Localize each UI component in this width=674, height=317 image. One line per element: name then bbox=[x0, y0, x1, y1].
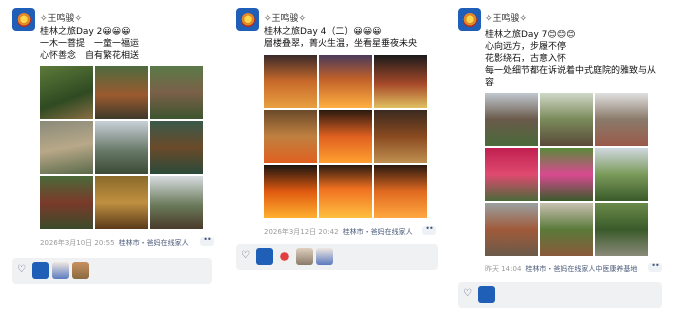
post-date: 昨天 14:04 bbox=[485, 265, 522, 273]
post-line: 桂林之旅Day 2😀😀😀 bbox=[40, 27, 131, 37]
photo[interactable] bbox=[95, 121, 148, 174]
photo[interactable] bbox=[95, 66, 148, 119]
post-line: 容 bbox=[485, 78, 495, 88]
photo-grid bbox=[485, 93, 648, 256]
photo[interactable] bbox=[374, 55, 427, 108]
post-location[interactable]: 桂林市・爸妈在线家人中医康养基地 bbox=[525, 265, 637, 273]
moment-card-1: ✧王鸣骏✧ 桂林之旅Day 2😀😀😀 一木一菩提 一童一福运 心怀善念 自有繁花… bbox=[0, 0, 220, 317]
post-line: 一木一菩提 一童一福运 bbox=[40, 39, 140, 49]
photo[interactable] bbox=[595, 148, 648, 201]
avatar[interactable] bbox=[458, 8, 481, 31]
likes-bar: ♡ bbox=[12, 258, 212, 284]
phoenix-avatar-icon bbox=[240, 12, 255, 27]
photo-grid bbox=[40, 66, 203, 229]
photo[interactable] bbox=[595, 93, 648, 146]
photo[interactable] bbox=[595, 203, 648, 256]
photo[interactable] bbox=[150, 121, 203, 174]
photo[interactable] bbox=[150, 66, 203, 119]
post-line: 每一处细节都在诉说着中式庭院的雅致与从 bbox=[485, 66, 657, 76]
likes-bar: ♡ bbox=[458, 282, 662, 308]
photo[interactable] bbox=[40, 121, 93, 174]
post-line: 花影绕石，古意入怀 bbox=[485, 54, 567, 64]
photo[interactable] bbox=[319, 110, 372, 163]
post-line: 桂林之旅Day 7😊😊😊 bbox=[485, 30, 576, 40]
liker-avatar[interactable] bbox=[296, 248, 313, 265]
more-button[interactable]: •• bbox=[648, 262, 662, 272]
photo[interactable] bbox=[485, 148, 538, 201]
more-button[interactable]: •• bbox=[200, 236, 214, 246]
photo[interactable] bbox=[264, 55, 317, 108]
photo[interactable] bbox=[540, 93, 593, 146]
photo[interactable] bbox=[374, 165, 427, 218]
liker-avatar[interactable] bbox=[478, 286, 495, 303]
photo[interactable] bbox=[319, 55, 372, 108]
likes-bar: ♡ bbox=[236, 244, 438, 270]
liker-avatar[interactable] bbox=[256, 248, 273, 265]
heart-icon: ♡ bbox=[241, 250, 250, 261]
moment-card-3: ✧王鸣骏✧ 桂林之旅Day 7😊😊😊 心向远方，步履不停 花影绕石，古意入怀 每… bbox=[448, 0, 670, 317]
more-button[interactable]: •• bbox=[422, 225, 436, 235]
photo[interactable] bbox=[485, 203, 538, 256]
photo[interactable] bbox=[150, 176, 203, 229]
photo[interactable] bbox=[540, 203, 593, 256]
photo[interactable] bbox=[540, 148, 593, 201]
avatar[interactable] bbox=[236, 8, 259, 31]
photo[interactable] bbox=[40, 176, 93, 229]
liker-avatar[interactable] bbox=[52, 262, 69, 279]
photo[interactable] bbox=[40, 66, 93, 119]
username[interactable]: ✧王鸣骏✧ bbox=[264, 11, 306, 24]
liker-avatar[interactable] bbox=[316, 248, 333, 265]
liker-avatar[interactable] bbox=[32, 262, 49, 279]
phoenix-avatar-icon bbox=[16, 12, 31, 27]
photo[interactable] bbox=[374, 110, 427, 163]
post-meta: 2026年3月12日 20:42 桂林市・爸妈在线家人 bbox=[264, 227, 413, 237]
phoenix-avatar-icon bbox=[462, 12, 477, 27]
photo[interactable] bbox=[264, 110, 317, 163]
post-line: 桂林之旅Day 4（二）😀😀😀 bbox=[264, 27, 382, 37]
moment-card-2: ✧王鸣骏✧ 桂林之旅Day 4（二）😀😀😀 層楼叠翠，菁火生温，坐看星垂夜未央 … bbox=[222, 0, 442, 317]
post-meta: 昨天 14:04 桂林市・爸妈在线家人中医康养基地 bbox=[485, 264, 637, 274]
post-line: 層楼叠翠，菁火生温，坐看星垂夜未央 bbox=[264, 39, 418, 49]
heart-icon: ♡ bbox=[463, 288, 472, 299]
post-line: 心怀善念 自有繁花相送 bbox=[40, 51, 140, 61]
photo-grid bbox=[264, 55, 427, 218]
avatar[interactable] bbox=[12, 8, 35, 31]
post-meta: 2026年3月10日 20:55 桂林市・爸妈在线家人 bbox=[40, 238, 189, 248]
post-line: 心向远方，步履不停 bbox=[485, 42, 567, 52]
post-location[interactable]: 桂林市・爸妈在线家人 bbox=[119, 239, 189, 247]
post-location[interactable]: 桂林市・爸妈在线家人 bbox=[343, 228, 413, 236]
liker-avatar[interactable] bbox=[72, 262, 89, 279]
liker-avatar[interactable] bbox=[276, 248, 293, 265]
photo[interactable] bbox=[95, 176, 148, 229]
post-date: 2026年3月10日 20:55 bbox=[40, 239, 115, 247]
photo[interactable] bbox=[485, 93, 538, 146]
photo[interactable] bbox=[319, 165, 372, 218]
heart-icon: ♡ bbox=[17, 264, 26, 275]
username[interactable]: ✧王鸣骏✧ bbox=[40, 11, 82, 24]
post-date: 2026年3月12日 20:42 bbox=[264, 228, 339, 236]
username[interactable]: ✧王鸣骏✧ bbox=[485, 11, 527, 24]
photo[interactable] bbox=[264, 165, 317, 218]
